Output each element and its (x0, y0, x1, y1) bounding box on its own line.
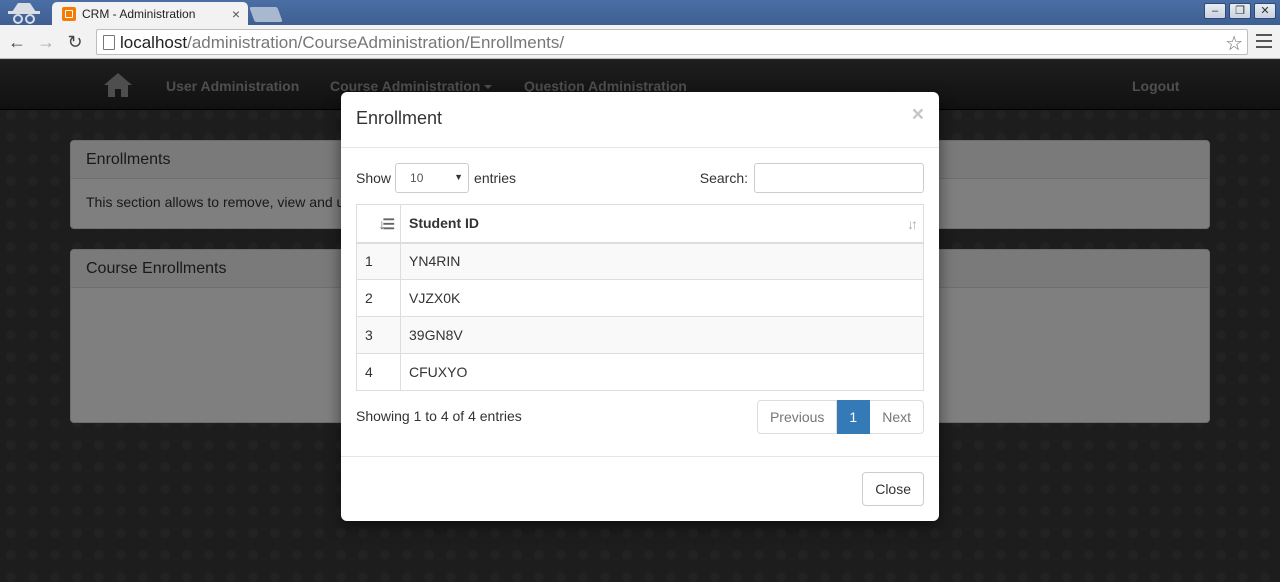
page-1-button[interactable]: 1 (837, 400, 871, 434)
student-id-cell: CFUXYO (400, 353, 924, 391)
student-id-cell: YN4RIN (400, 242, 924, 280)
bookmark-star-icon[interactable]: ☆ (1225, 31, 1243, 56)
tab-title: CRM - Administration (82, 6, 196, 21)
entries-length-control: Show 10 ▼ entries (356, 163, 516, 193)
enrollment-modal: Enrollment × Show 10 ▼ entries Search: ↓… (341, 92, 939, 521)
modal-footer: Close (341, 456, 939, 521)
new-tab-button[interactable] (249, 7, 283, 22)
forward-arrow-icon[interactable]: → (35, 31, 57, 53)
sort-both-icon: ↓↑ (907, 216, 918, 232)
table-search: Search: (700, 163, 924, 193)
close-window-button[interactable]: ✕ (1254, 3, 1276, 19)
row-index: 1 (356, 242, 401, 280)
search-input[interactable] (754, 163, 924, 193)
student-id-column-header[interactable]: Student ID ↓↑ (400, 204, 924, 244)
table-info: Showing 1 to 4 of 4 entries (356, 408, 522, 424)
incognito-icon (8, 3, 40, 24)
page-icon (103, 35, 115, 50)
close-button[interactable]: Close (862, 472, 924, 506)
search-label: Search: (699, 170, 748, 186)
entries-select[interactable]: 10 ▼ (395, 163, 470, 193)
previous-page-button[interactable]: Previous (756, 400, 838, 434)
browser-tab[interactable]: CRM - Administration × (52, 2, 248, 25)
index-column-header[interactable]: ↓☰ (356, 204, 401, 244)
table-header-row: ↓☰ Student ID ↓↑ (356, 204, 924, 244)
pagination: Previous 1 Next (756, 400, 924, 434)
next-page-button[interactable]: Next (870, 400, 924, 434)
row-index: 3 (356, 316, 401, 354)
modal-close-icon[interactable]: × (912, 104, 924, 125)
table-row[interactable]: 2 VJZX0K (356, 279, 924, 317)
url-text: localhost/administration/CourseAdministr… (120, 33, 565, 52)
restore-button[interactable]: ❐ (1229, 3, 1251, 19)
modal-header: Enrollment × (341, 92, 939, 148)
tab-close-icon[interactable]: × (232, 6, 240, 22)
row-index: 4 (356, 353, 401, 391)
browser-menu-icon[interactable] (1256, 34, 1272, 48)
entries-label: entries (474, 170, 517, 186)
show-label: Show (356, 170, 392, 186)
address-bar[interactable]: localhost/administration/CourseAdministr… (96, 29, 1248, 55)
dropdown-arrow-icon: ▼ (454, 172, 464, 182)
browser-tabbar: CRM - Administration × – ❐ ✕ (0, 0, 1280, 25)
student-id-cell: VJZX0K (400, 279, 924, 317)
xampp-favicon-icon (62, 6, 76, 21)
enrollment-table: ↓☰ Student ID ↓↑ 1 YN4RIN 2 VJZX0K 3 39G… (356, 204, 924, 391)
table-row[interactable]: 4 CFUXYO (356, 353, 924, 391)
row-index: 2 (356, 279, 401, 317)
minimize-button[interactable]: – (1204, 3, 1226, 19)
table-row[interactable]: 3 39GN8V (356, 316, 924, 354)
reload-icon[interactable]: ↻ (64, 31, 86, 53)
back-arrow-icon[interactable]: ← (6, 31, 28, 53)
table-row[interactable]: 1 YN4RIN (356, 242, 924, 280)
modal-title: Enrollment (356, 108, 443, 128)
browser-toolbar: ← → ↻ localhost/administration/CourseAdm… (0, 25, 1280, 59)
student-id-cell: 39GN8V (400, 316, 924, 354)
sort-asc-icon: ↓☰ (378, 216, 394, 232)
